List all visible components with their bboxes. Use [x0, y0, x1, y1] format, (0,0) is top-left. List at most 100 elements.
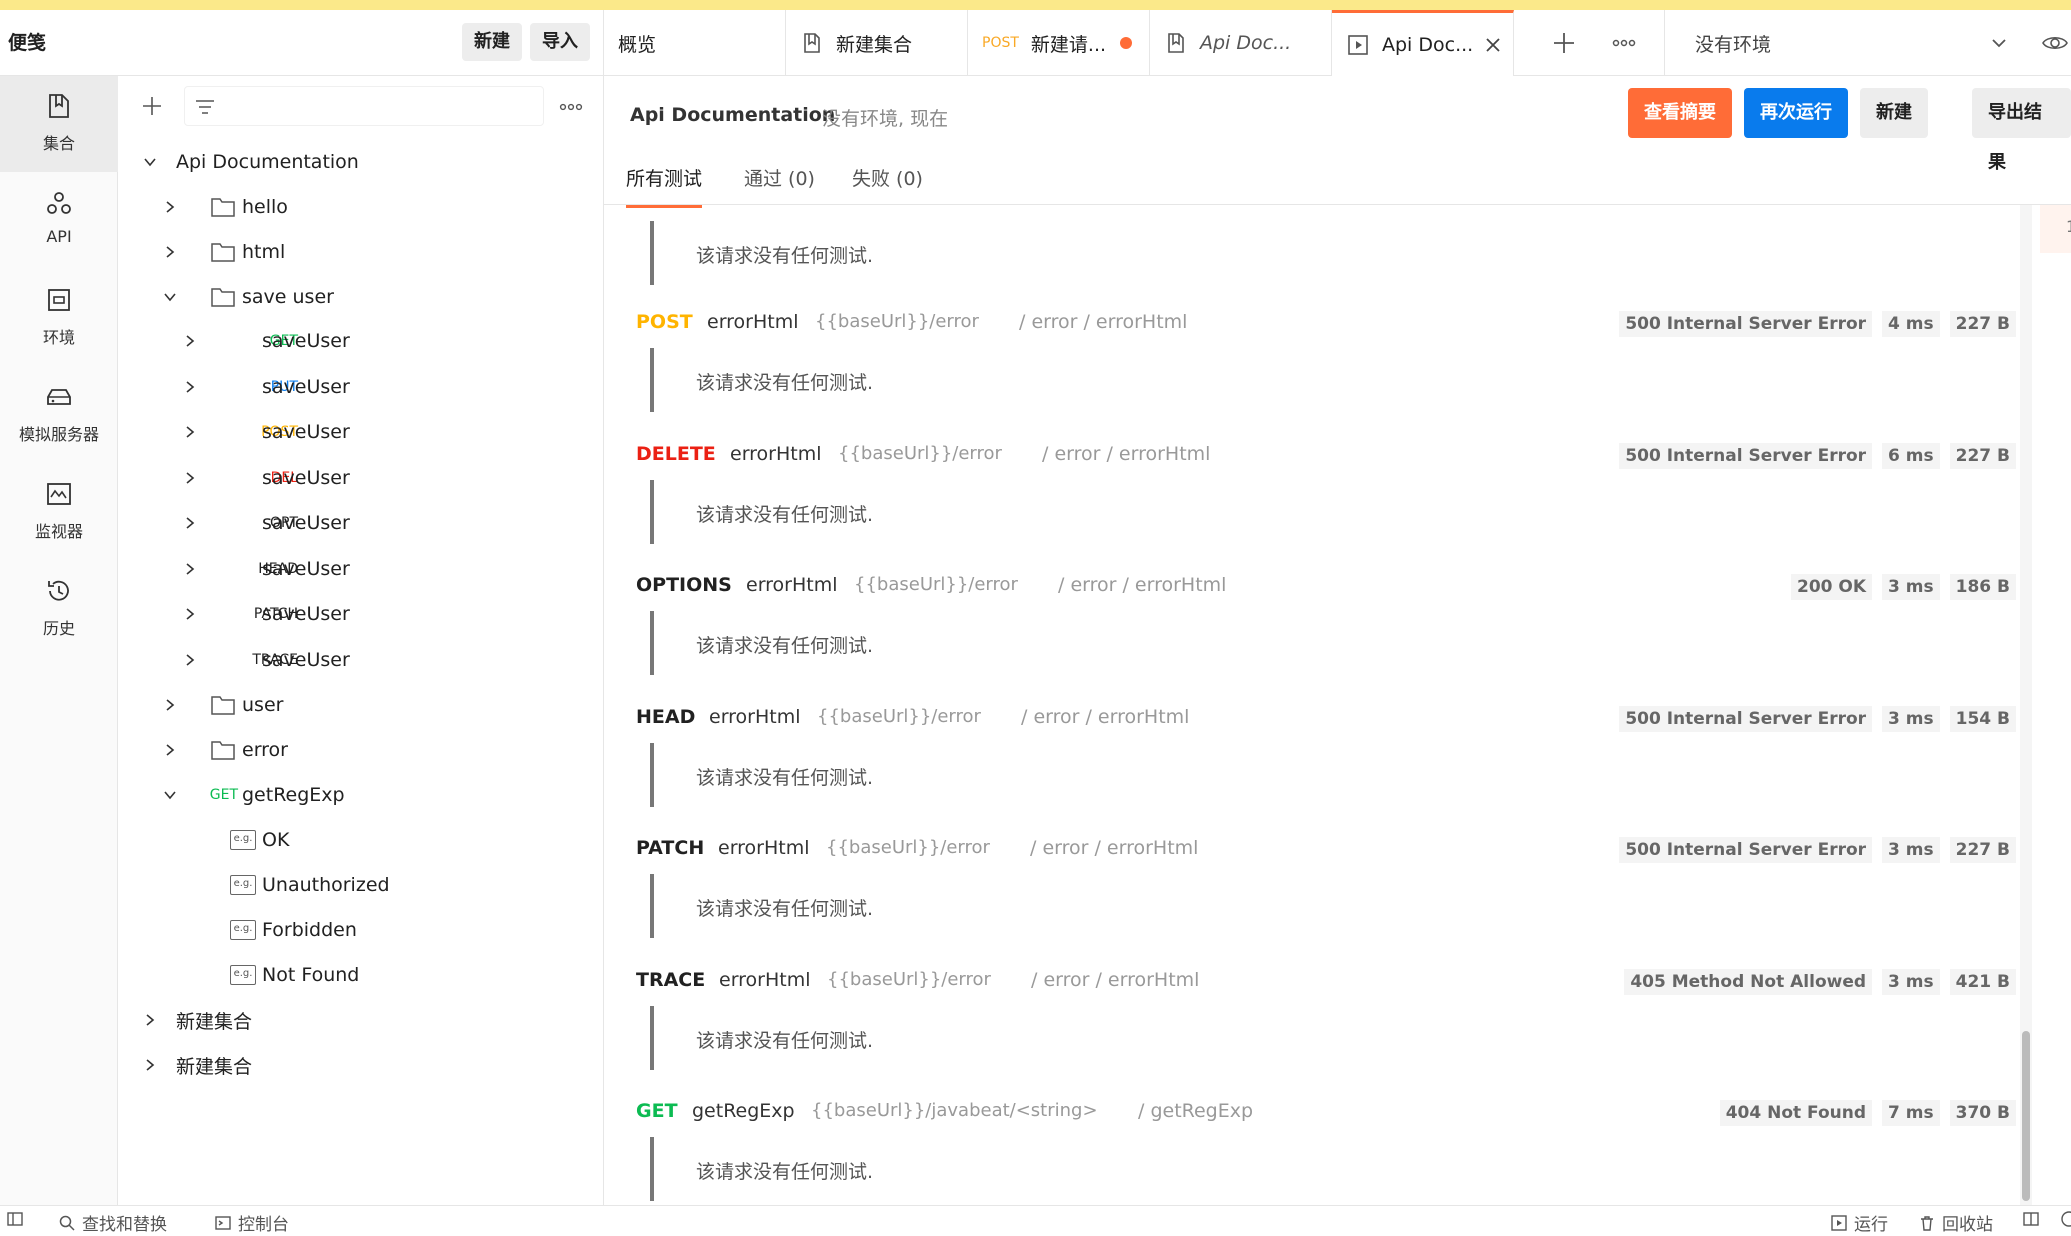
- tab-api-doc-runner[interactable]: Api Doc...: [1332, 10, 1514, 76]
- scrollbar-thumb[interactable]: [2022, 1031, 2030, 1201]
- collection-name: Api Documentation: [176, 151, 359, 173]
- tab-failed[interactable]: 失败 (0): [852, 164, 923, 205]
- tree-request[interactable]: PUT saveUser: [118, 365, 604, 409]
- new-button[interactable]: 新建: [462, 23, 522, 61]
- tree-request[interactable]: OPT saveUser: [118, 501, 604, 545]
- tree-example[interactable]: e.g. OK: [118, 818, 604, 862]
- tree-folder-html[interactable]: html: [118, 230, 604, 274]
- run-again-button[interactable]: 再次运行: [1744, 88, 1848, 138]
- nav-monitors[interactable]: 监视器: [0, 464, 118, 560]
- add-tab-icon[interactable]: [1550, 29, 1578, 57]
- tree-request-getregexp[interactable]: GET getRegExp: [118, 773, 604, 817]
- nav-collections[interactable]: 集合: [0, 76, 118, 172]
- request-result-row[interactable]: DELETE errorHtml {{baseUrl}}/error / error …: [636, 442, 2016, 473]
- tree-request[interactable]: TRACE saveUser: [118, 638, 604, 682]
- tab-overview[interactable]: 概览: [604, 10, 786, 76]
- help-button[interactable]: [2060, 1210, 2071, 1228]
- chevron-right-icon[interactable]: [182, 606, 198, 622]
- nav-history[interactable]: 历史: [0, 561, 118, 657]
- workspace-name[interactable]: 便笺: [8, 28, 46, 55]
- request-result-row[interactable]: PATCH errorHtml {{baseUrl}}/error / error /…: [636, 837, 2016, 867]
- tree-request[interactable]: PATCH saveUser: [118, 592, 604, 636]
- search-input[interactable]: [184, 86, 544, 126]
- request-result-row[interactable]: OPTIONS errorHtml {{baseUrl}}/error / error…: [636, 574, 2016, 604]
- chevron-right-icon[interactable]: [142, 1057, 158, 1073]
- tree-example[interactable]: e.g. Not Found: [118, 953, 604, 997]
- tree-collection-new-2[interactable]: 新建集合: [118, 1043, 604, 1087]
- tree-request[interactable]: DEL saveUser: [118, 456, 604, 500]
- chevron-right-icon[interactable]: [182, 424, 198, 440]
- header: 便笺 新建 导入 概览 新建集合 POST 新建请... Api Doc...: [0, 10, 2071, 76]
- chevron-right-icon[interactable]: [162, 697, 178, 713]
- tree-folder-error[interactable]: error: [118, 728, 604, 772]
- tree-request[interactable]: GET saveUser: [118, 319, 604, 363]
- chevron-right-icon[interactable]: [182, 652, 198, 668]
- more-icon[interactable]: [558, 94, 584, 120]
- request-name: getRegExp: [692, 1100, 795, 1122]
- tab-api-doc-preview[interactable]: Api Doc...: [1150, 10, 1332, 76]
- request-result-row[interactable]: HEAD errorHtml {{baseUrl}}/error / error / …: [636, 705, 2016, 736]
- tree-collection-new-1[interactable]: 新建集合: [118, 998, 604, 1042]
- tree-request[interactable]: POST saveUser: [118, 410, 604, 454]
- chevron-right-icon[interactable]: [182, 379, 198, 395]
- chevron-down-icon[interactable]: [162, 787, 178, 803]
- tab-new-request[interactable]: POST 新建请...: [968, 10, 1150, 76]
- tree-folder-user[interactable]: user: [118, 683, 604, 727]
- nav-api[interactable]: API: [0, 173, 118, 269]
- chevron-down-icon[interactable]: [142, 154, 158, 170]
- indent-bar: [650, 348, 654, 412]
- request-method: POST: [636, 311, 693, 333]
- request-result-row[interactable]: GET getRegExp {{baseUrl}}/javabeat/<string…: [636, 1100, 2016, 1130]
- chevron-down-icon[interactable]: [162, 289, 178, 305]
- nav-environments[interactable]: 环境: [0, 270, 118, 366]
- no-tests-text: 该请求没有任何测试.: [696, 898, 874, 920]
- chevron-right-icon[interactable]: [162, 742, 178, 758]
- left-nav: 集合 API 环境 模拟服务器 监视器 历史: [0, 76, 118, 1205]
- find-replace-button[interactable]: 查找和替换: [58, 1210, 167, 1235]
- folder-name: save user: [242, 286, 334, 308]
- tree-folder-hello[interactable]: hello: [118, 185, 604, 229]
- chevron-right-icon[interactable]: [182, 561, 198, 577]
- filter-icon[interactable]: [193, 95, 217, 119]
- runner-button[interactable]: 运行: [1830, 1210, 1888, 1235]
- tree-collection[interactable]: Api Documentation: [118, 140, 604, 184]
- tree-example[interactable]: e.g. Forbidden: [118, 908, 604, 952]
- more-tabs-icon[interactable]: [1610, 29, 1638, 57]
- layout-toggle-button[interactable]: [2022, 1210, 2046, 1228]
- environment-selector[interactable]: 没有环境: [1664, 10, 2071, 76]
- response-stats: 500 Internal Server Error 6 ms 227 B: [1609, 442, 2016, 469]
- new-run-button[interactable]: 新建: [1860, 88, 1928, 138]
- view-summary-button[interactable]: 查看摘要: [1628, 88, 1732, 138]
- request-path: / getRegExp: [1138, 1100, 1254, 1122]
- nav-mock-servers[interactable]: 模拟服务器: [0, 367, 118, 463]
- chevron-right-icon[interactable]: [182, 333, 198, 349]
- tab-new-collection[interactable]: 新建集合: [786, 10, 968, 76]
- export-results-button[interactable]: 导出结果: [1972, 88, 2071, 173]
- chevron-right-icon[interactable]: [182, 470, 198, 486]
- toggle-sidebar-button[interactable]: [6, 1210, 30, 1228]
- close-icon[interactable]: [1483, 35, 1503, 55]
- trash-button[interactable]: 回收站: [1918, 1210, 1993, 1235]
- eye-icon[interactable]: [2041, 29, 2069, 57]
- chevron-right-icon[interactable]: [142, 1012, 158, 1028]
- tree-example[interactable]: e.g. Unauthorized: [118, 863, 604, 907]
- tree-folder-save-user[interactable]: save user: [118, 275, 604, 319]
- tree-request[interactable]: HEAD saveUser: [118, 547, 604, 591]
- tab-passed[interactable]: 通过 (0): [744, 164, 815, 205]
- plus-icon[interactable]: [140, 94, 164, 118]
- tab-all-tests[interactable]: 所有测试: [626, 164, 703, 208]
- request-result-row[interactable]: POST errorHtml {{baseUrl}}/error / error / …: [636, 311, 2016, 341]
- status-code: 500 Internal Server Error: [1619, 311, 1873, 337]
- chevron-right-icon[interactable]: [162, 199, 178, 215]
- response-time: 3 ms: [1882, 705, 1940, 732]
- chevron-right-icon[interactable]: [162, 244, 178, 260]
- scrollbar[interactable]: [2020, 205, 2032, 1205]
- request-result-row[interactable]: TRACE errorHtml {{baseUrl}}/error / error /…: [636, 968, 2016, 999]
- tab-label: 概览: [618, 33, 657, 56]
- tab-label: Api Doc...: [1382, 33, 1474, 56]
- request-name: errorHtml: [707, 311, 799, 333]
- chevron-right-icon[interactable]: [182, 515, 198, 531]
- chevron-down-icon[interactable]: [1985, 29, 2013, 57]
- import-button[interactable]: 导入: [530, 23, 590, 61]
- console-button[interactable]: 控制台: [214, 1210, 289, 1235]
